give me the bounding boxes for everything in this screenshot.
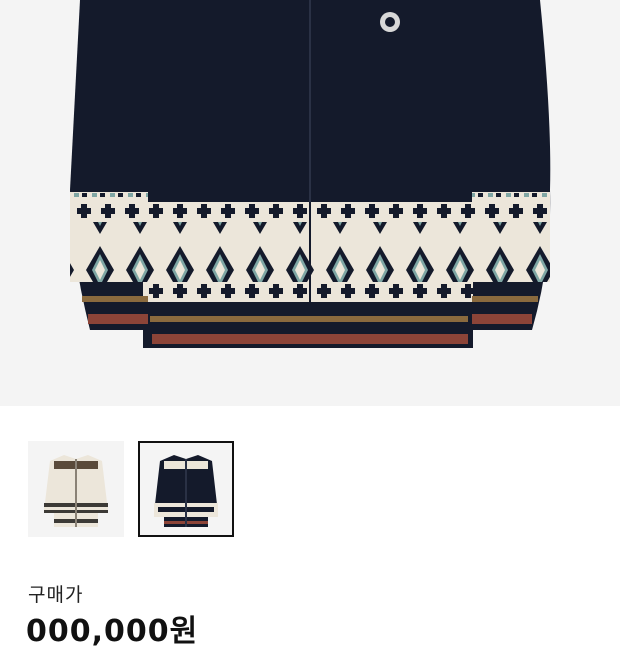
- product-main-image: [0, 0, 620, 406]
- thumbnail-gallery: [28, 441, 234, 537]
- price-value: 000,000원: [26, 614, 199, 649]
- cardigan-illustration: [70, 0, 551, 348]
- price-label: 구매가: [28, 584, 84, 606]
- thumbnail-navy-cardigan[interactable]: [138, 441, 234, 537]
- ivory-cardigan-icon: [44, 455, 108, 527]
- thumbnail-ivory-cardigan[interactable]: [28, 441, 124, 537]
- navy-cardigan-icon: [154, 455, 218, 527]
